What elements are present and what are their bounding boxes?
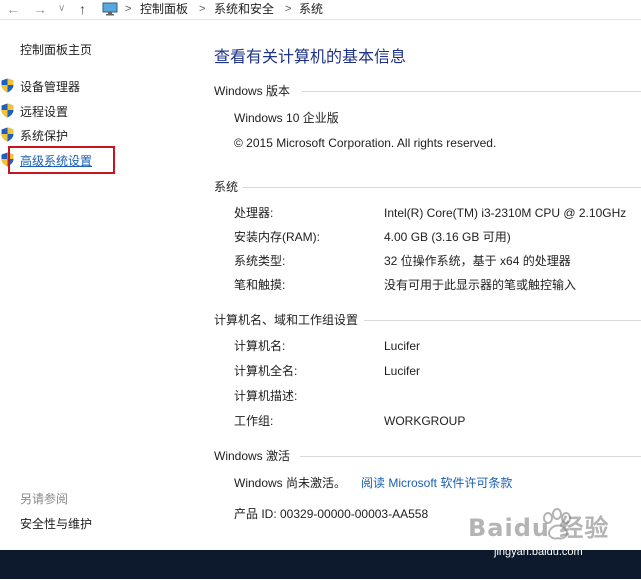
section-title-computer-name: 计算机名、域和工作组设置 (214, 313, 359, 327)
baidu-watermark: Baidu 经验 jingyan.baidu.com (462, 500, 632, 575)
pen-touch-value: 没有可用于此显示器的笔或触控输入 (384, 278, 577, 292)
workgroup-value: WORKGROUP (384, 414, 466, 428)
monitor-icon (102, 2, 118, 21)
computer-name-label: 计算机名: (234, 339, 286, 353)
sidebar-item-device-manager[interactable]: 设备管理器 (20, 79, 80, 95)
system-type-value: 32 位操作系统，基于 x64 的处理器 (384, 254, 571, 268)
windows-edition-value: Windows 10 企业版 (234, 111, 339, 125)
ram-label: 安装内存(RAM): (234, 230, 320, 244)
watermark-url: jingyan.baidu.com (494, 546, 583, 558)
activation-status: Windows 尚未激活。 (234, 476, 347, 490)
pen-touch-label: 笔和触摸: (234, 278, 286, 292)
breadcrumb-system[interactable]: 系统 (299, 1, 323, 17)
section-title-windows-edition: Windows 版本 (214, 84, 291, 98)
see-also-security-maintenance[interactable]: 安全性与维护 (20, 516, 92, 532)
computer-name-value: Lucifer (384, 339, 421, 353)
breadcrumb-control-panel[interactable]: 控制面板 (140, 1, 188, 17)
computer-full-name-label: 计算机全名: (234, 364, 298, 378)
section-divider (300, 456, 641, 457)
sidebar-item-remote-settings[interactable]: 远程设置 (20, 104, 68, 120)
processor-label: 处理器: (234, 206, 274, 220)
forward-arrow-icon[interactable]: → (33, 1, 47, 17)
system-type-label: 系统类型: (234, 254, 286, 268)
section-title-system: 系统 (214, 180, 239, 194)
processor-value: Intel(R) Core(TM) i3-2310M CPU @ 2.10GHz (384, 206, 627, 220)
back-arrow-icon[interactable]: ← (6, 1, 20, 17)
section-divider (364, 320, 641, 321)
up-arrow-icon[interactable]: ↑ (79, 1, 86, 17)
page-title: 查看有关计算机的基本信息 (214, 49, 407, 66)
section-title-windows-activation: Windows 激活 (214, 449, 291, 463)
breadcrumb-separator: > (285, 3, 292, 15)
product-id: 产品 ID: 00329-00000-00003-AA558 (234, 507, 429, 521)
watermark-text: Baidu 经验 (468, 514, 610, 542)
copyright-text: © 2015 Microsoft Corporation. All rights… (234, 136, 497, 150)
license-terms-link[interactable]: 阅读 Microsoft 软件许可条款 (361, 475, 512, 491)
highlight-annotation-box (8, 146, 115, 174)
breadcrumb-system-security[interactable]: 系统和安全 (214, 1, 274, 17)
chevron-down-icon[interactable]: ∨ (58, 1, 65, 17)
see-also-heading: 另请参阅 (20, 492, 69, 506)
shield-icon (1, 78, 14, 93)
sidebar-item-system-protection[interactable]: 系统保护 (20, 128, 68, 144)
computer-description-label: 计算机描述: (234, 389, 298, 403)
section-divider (242, 187, 641, 188)
workgroup-label: 工作组: (234, 414, 274, 428)
address-bar: ← → ∨ ↑ > 控制面板 > 系统和安全 > 系统 (0, 0, 641, 20)
shield-icon (1, 127, 14, 142)
shield-icon (1, 103, 14, 118)
computer-full-name-value: Lucifer (384, 364, 421, 378)
sidebar-control-panel-home[interactable]: 控制面板主页 (20, 42, 92, 58)
ram-value: 4.00 GB (3.16 GB 可用) (384, 230, 511, 244)
breadcrumb-separator: > (125, 3, 132, 15)
breadcrumb-separator: > (199, 3, 206, 15)
section-divider (302, 91, 641, 92)
